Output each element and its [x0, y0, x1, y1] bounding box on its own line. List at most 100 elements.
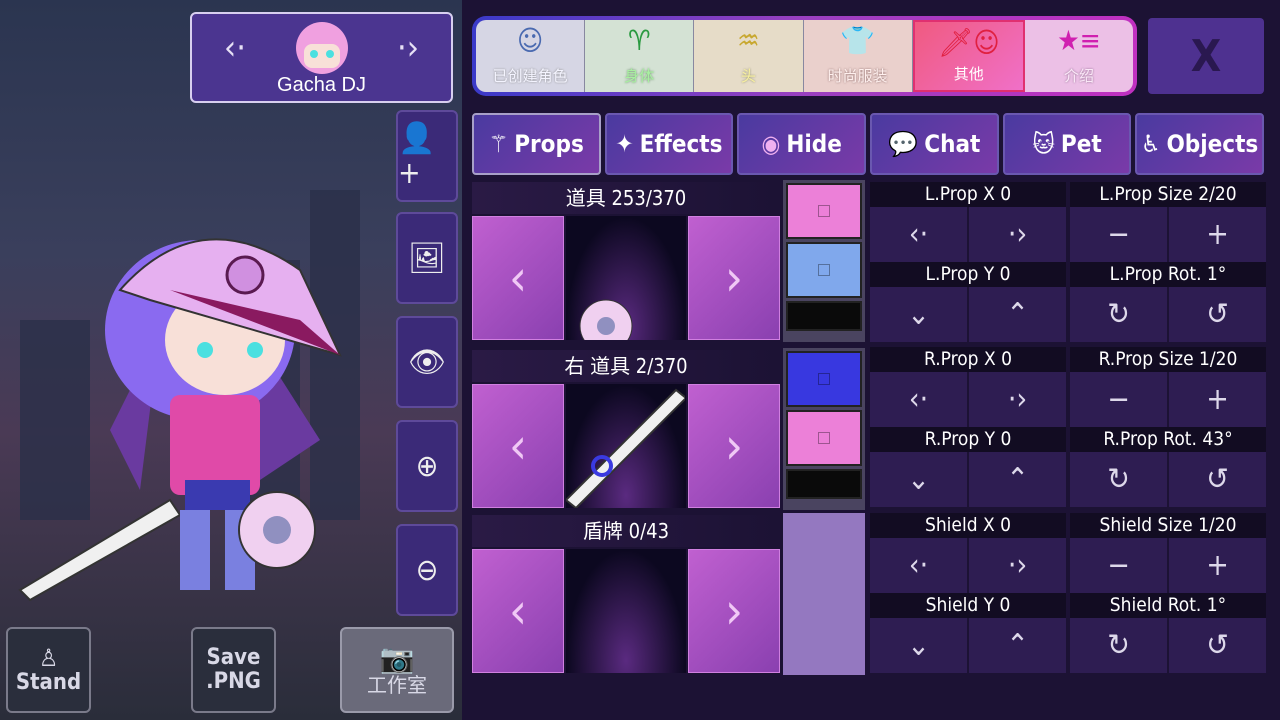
subtab-props[interactable]: ⚚ Props	[472, 113, 601, 175]
rotate-cw-button[interactable]: ↻	[1070, 452, 1167, 507]
character-sprite[interactable]	[0, 180, 400, 620]
color-swatch[interactable]	[786, 410, 862, 466]
prev-prop-button[interactable]: ‹	[472, 216, 564, 340]
move-up-button[interactable]: ⌃	[969, 287, 1066, 342]
chevron-right-icon: ·›	[1007, 217, 1028, 252]
size-decrease-button[interactable]: −	[1070, 207, 1167, 262]
chevron-down-icon: ⌄	[907, 462, 930, 497]
stand-figure-icon: ♙	[38, 643, 59, 672]
tab-fashion[interactable]: 👕 时尚服装	[803, 20, 913, 92]
save-label: Save	[206, 644, 261, 670]
subtab-pet[interactable]: 🐱 Pet	[1002, 113, 1132, 175]
hair-icon: ♒	[737, 24, 760, 57]
move-down-button[interactable]: ⌄	[870, 287, 967, 342]
control-label: L.Prop X 0	[870, 182, 1066, 207]
chevron-up-icon: ⌃	[1006, 462, 1029, 497]
image-icon: 🖼	[407, 240, 447, 276]
size-decrease-button[interactable]: −	[1070, 372, 1167, 427]
color-swatch[interactable]	[786, 351, 862, 407]
right-prop-preview	[566, 384, 686, 508]
prev-prop-button[interactable]: ‹	[472, 384, 564, 508]
rotate-cw-button[interactable]: ↻	[1070, 287, 1167, 342]
chat-icon: 💬	[888, 130, 919, 158]
control-group: R.Prop Size 1/20 − + R.Prop Rot. 43° ↻ ↺	[1070, 347, 1266, 507]
control-label: R.Prop Size 1/20	[1070, 347, 1266, 372]
move-left-button[interactable]: ‹·	[870, 372, 967, 427]
control-label: L.Prop Rot. 1°	[1070, 262, 1266, 287]
subtab-chat[interactable]: 💬 Chat	[870, 113, 999, 175]
move-up-button[interactable]: ⌃	[969, 452, 1066, 507]
stand-button[interactable]: ♙ Stand	[6, 627, 91, 713]
color-swatch[interactable]	[786, 301, 862, 331]
tab-label: 头	[740, 67, 756, 85]
tab-head[interactable]: ♒ 头	[694, 20, 804, 92]
chevron-right-icon: ›	[725, 249, 743, 307]
zoom-out-button[interactable]: ⊖	[396, 524, 458, 616]
color-swatch[interactable]	[786, 242, 862, 298]
move-right-button[interactable]: ·›	[969, 372, 1066, 427]
move-left-button[interactable]: ‹·	[870, 538, 967, 593]
tab-body[interactable]: ♈ 身体	[585, 20, 695, 92]
rotate-cw-button[interactable]: ↻	[1070, 618, 1167, 673]
control-label: Shield Rot. 1°	[1070, 593, 1266, 618]
wheelchair-icon: ♿	[1141, 130, 1161, 158]
size-increase-button[interactable]: +	[1169, 372, 1266, 427]
tab-label: 身体	[624, 67, 655, 85]
move-right-button[interactable]: ·›	[969, 207, 1066, 262]
minus-icon: −	[1107, 548, 1130, 583]
subtab-objects[interactable]: ♿ Objects	[1135, 113, 1265, 175]
color-swatch[interactable]	[786, 183, 862, 239]
next-shield-button[interactable]: ›	[688, 549, 780, 673]
next-prop-button[interactable]: ›	[688, 384, 780, 508]
close-icon: X	[1190, 30, 1222, 82]
rotate-ccw-button[interactable]: ↺	[1169, 287, 1266, 342]
zoom-out-icon: ⊖	[415, 552, 439, 588]
prev-shield-button[interactable]: ‹	[472, 549, 564, 673]
sparkle-icon: ✦	[615, 130, 634, 158]
add-character-button[interactable]: 👤+	[396, 110, 458, 202]
size-decrease-button[interactable]: −	[1070, 538, 1167, 593]
save-png-button[interactable]: Save .PNG	[191, 627, 276, 713]
color-swatch[interactable]	[786, 469, 862, 499]
right-prop-label: 右 道具 2/370	[472, 350, 780, 382]
rotate-ccw-button[interactable]: ↺	[1169, 452, 1266, 507]
eye-icon: 👁	[407, 344, 447, 380]
size-increase-button[interactable]: +	[1169, 538, 1266, 593]
chevron-right-icon[interactable]: ·›	[397, 28, 419, 68]
tab-intro[interactable]: ★≡ 介绍	[1024, 20, 1133, 92]
sub-tab-bar: ⚚ Props ✦ Effects ◉ Hide 💬 Chat 🐱 Pet ♿ Object…	[472, 113, 1265, 175]
tab-other[interactable]: 🗡☺ 其他	[912, 20, 1025, 92]
subtab-hide[interactable]: ◉ Hide	[737, 113, 867, 175]
toggle-visibility-button[interactable]: 👁	[396, 316, 458, 408]
control-group: Shield Size 1/20 − + Shield Rot. 1° ↻ ↺	[1070, 513, 1266, 673]
sword-prop-image	[566, 388, 685, 508]
close-button[interactable]: X	[1148, 18, 1264, 94]
move-down-button[interactable]: ⌄	[870, 452, 967, 507]
character-selector: ‹· ·› Gacha DJ	[190, 12, 453, 103]
move-down-button[interactable]: ⌄	[870, 618, 967, 673]
chevron-left-icon[interactable]: ‹·	[224, 28, 246, 68]
next-prop-button[interactable]: ›	[688, 216, 780, 340]
rotate-cw-icon: ↻	[1107, 628, 1130, 663]
move-right-button[interactable]: ·›	[969, 538, 1066, 593]
control-label: Shield X 0	[870, 513, 1066, 538]
chevron-up-icon: ⌃	[1006, 297, 1029, 332]
tab-label: 已创建角色	[492, 67, 568, 85]
rotate-ccw-icon: ↺	[1206, 628, 1229, 663]
move-up-button[interactable]: ⌃	[969, 618, 1066, 673]
chevron-left-icon: ‹	[509, 417, 527, 475]
size-increase-button[interactable]: +	[1169, 207, 1266, 262]
main-tab-bar: ☺ 已创建角色 ♈ 身体 ♒ 头 👕 时尚服装 🗡☺ 其他 ★≡ 介绍	[472, 16, 1137, 96]
rotate-ccw-button[interactable]: ↺	[1169, 618, 1266, 673]
tab-characters[interactable]: ☺ 已创建角色	[476, 20, 586, 92]
props-icon: ⚚	[488, 130, 509, 158]
background-button[interactable]: 🖼	[396, 212, 458, 304]
character-icon: ☺	[516, 24, 544, 57]
chevron-left-icon: ‹	[509, 249, 527, 307]
control-label: R.Prop Rot. 43°	[1070, 427, 1266, 452]
png-label: .PNG	[206, 669, 261, 694]
move-left-button[interactable]: ‹·	[870, 207, 967, 262]
subtab-effects[interactable]: ✦ Effects	[604, 113, 734, 175]
zoom-in-button[interactable]: ⊕	[396, 420, 458, 512]
studio-button[interactable]: 📷 工作室	[340, 627, 454, 713]
